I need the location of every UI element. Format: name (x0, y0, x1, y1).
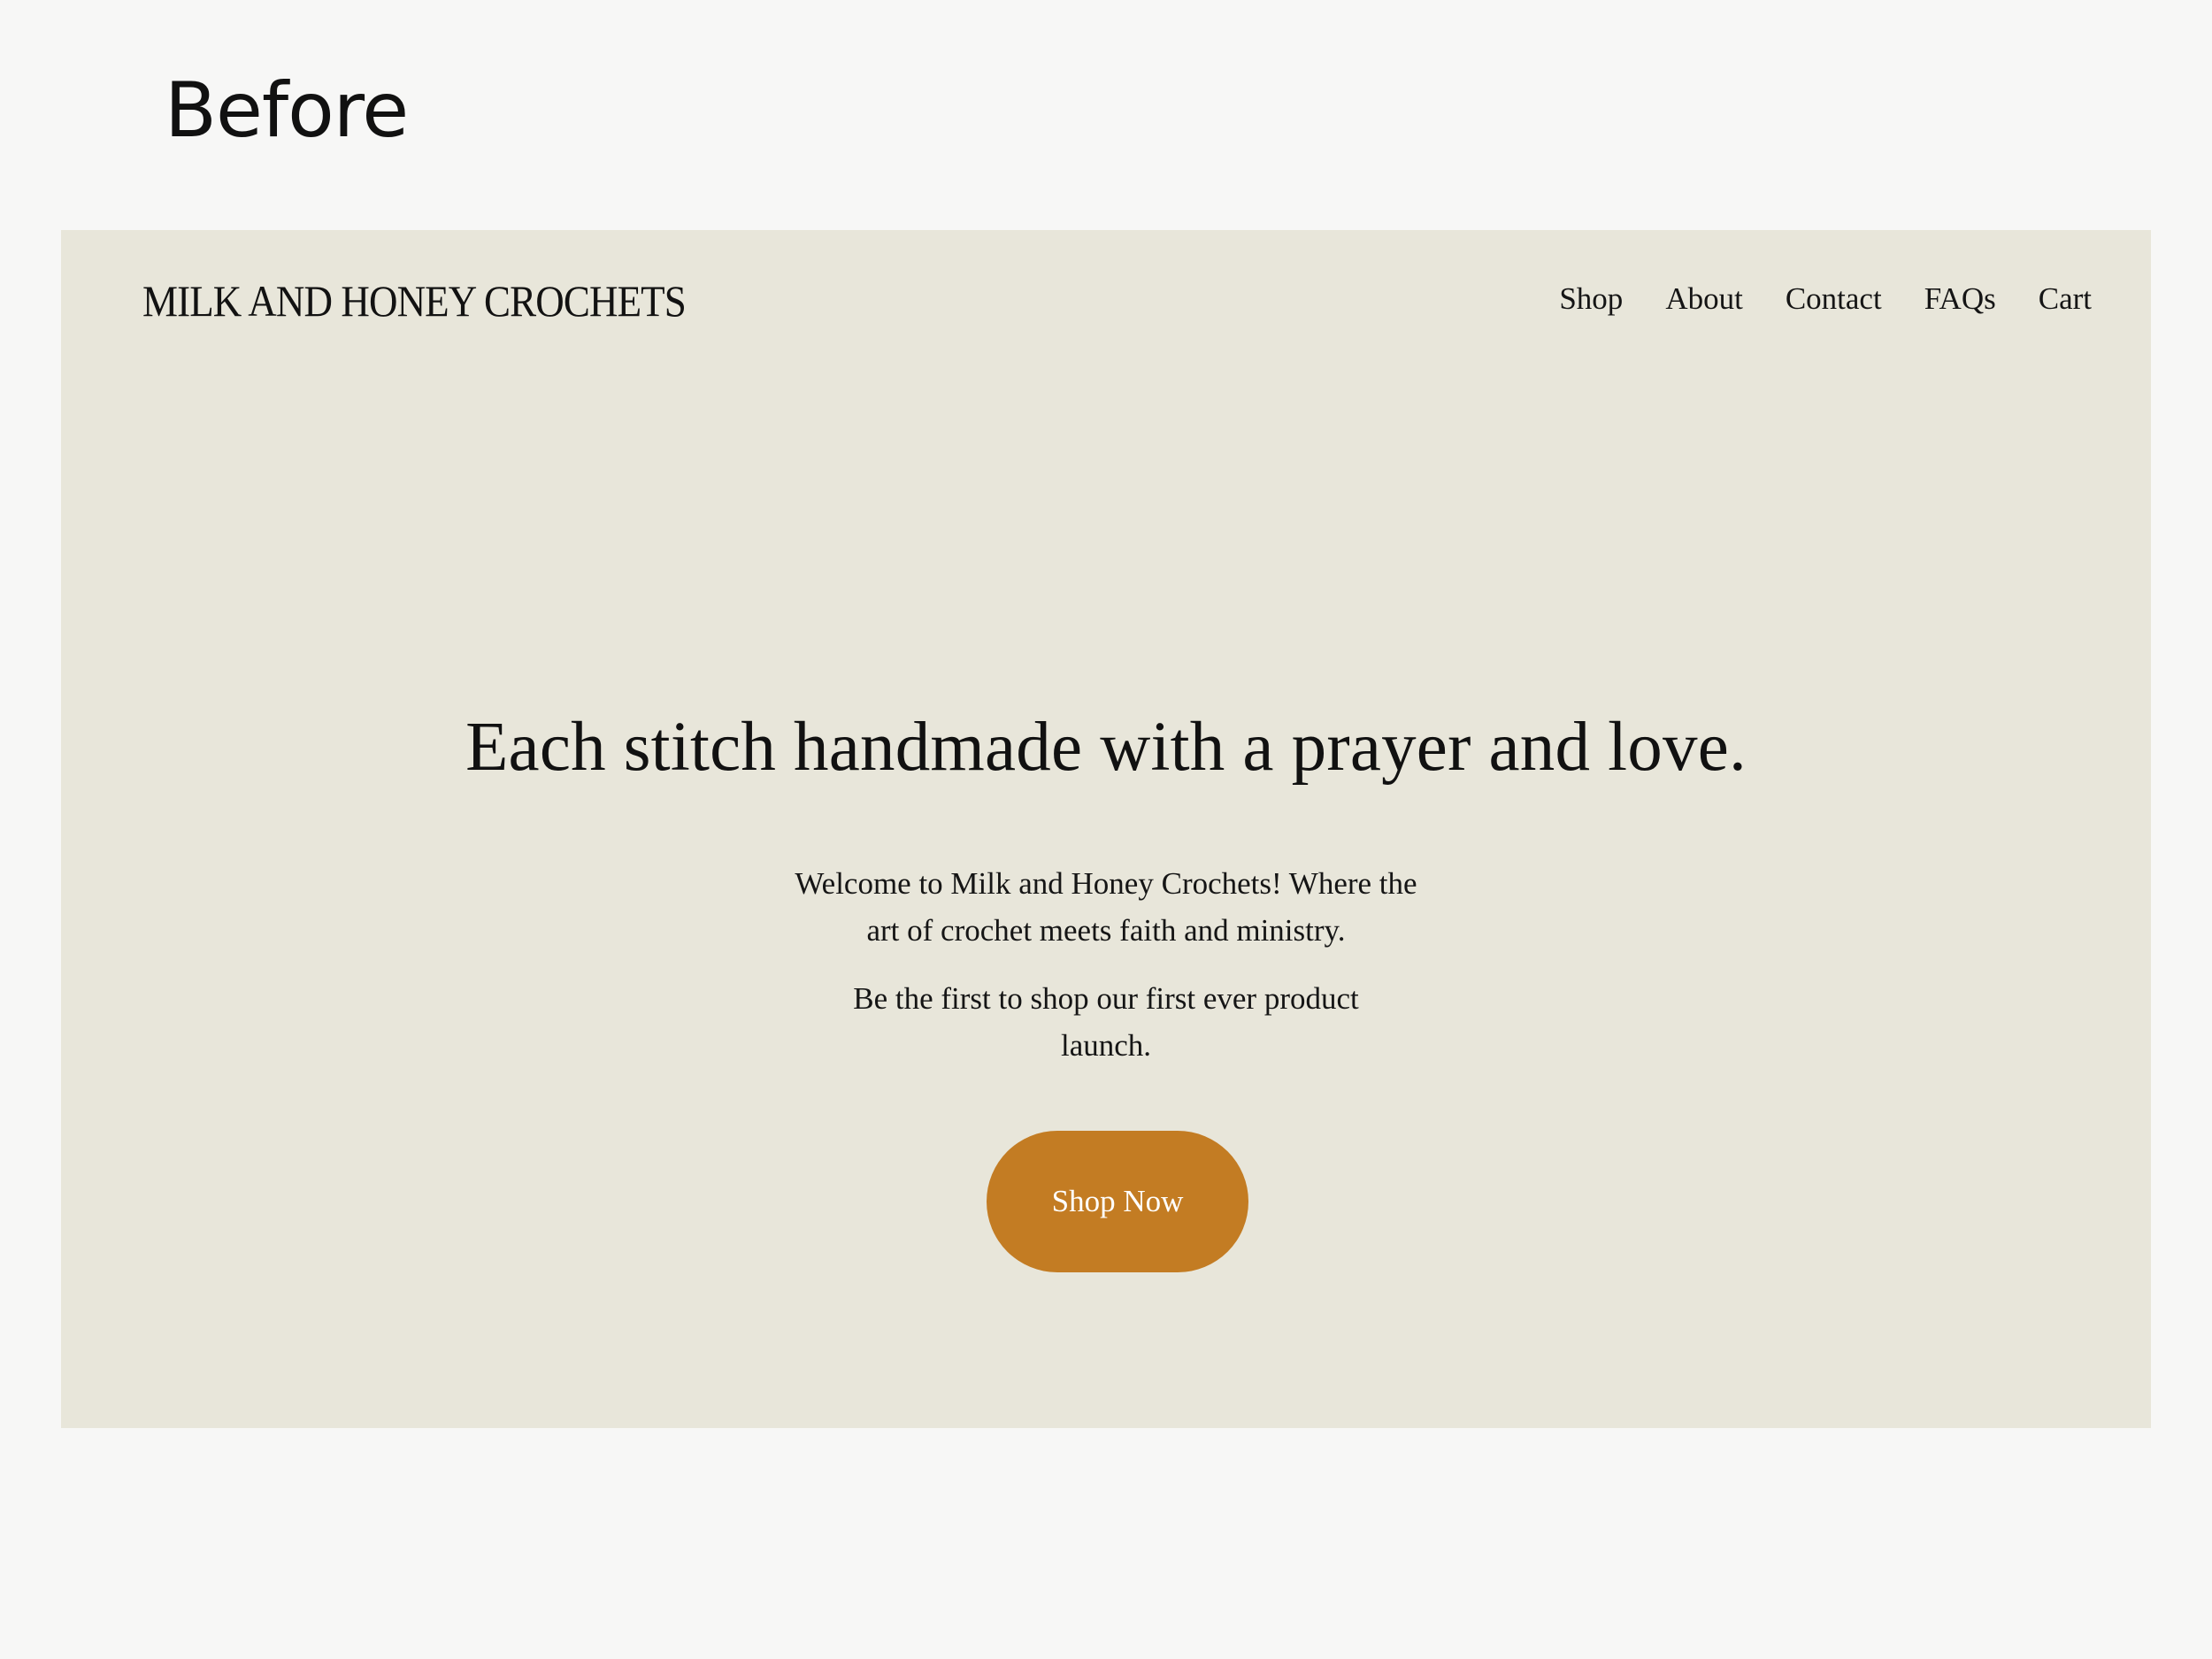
nav-cart-link[interactable]: Cart (2039, 274, 2092, 324)
main-nav: Shop About Contact FAQs Cart (1559, 274, 2092, 324)
nav-faqs-link[interactable]: FAQs (1924, 274, 1996, 324)
hero-intro-text: Welcome to Milk and Honey Crochets! Wher… (795, 866, 1417, 948)
hero-launch-text: Be the first to shop our first ever prod… (853, 981, 1359, 1063)
nav-contact-link[interactable]: Contact (1786, 274, 1882, 324)
hero-headline: Each stitch handmade with a prayer and l… (465, 709, 1747, 786)
before-caption: Before (165, 66, 409, 155)
nav-about-link[interactable]: About (1665, 274, 1743, 324)
site-header: MILK AND HONEY CROCHETS Shop About Conta… (61, 230, 2151, 372)
website-preview: MILK AND HONEY CROCHETS Shop About Conta… (61, 230, 2151, 1428)
shop-now-button[interactable]: Shop Now (987, 1131, 1248, 1272)
nav-shop-link[interactable]: Shop (1559, 274, 1623, 324)
site-logo[interactable]: MILK AND HONEY CROCHETS (142, 274, 687, 327)
